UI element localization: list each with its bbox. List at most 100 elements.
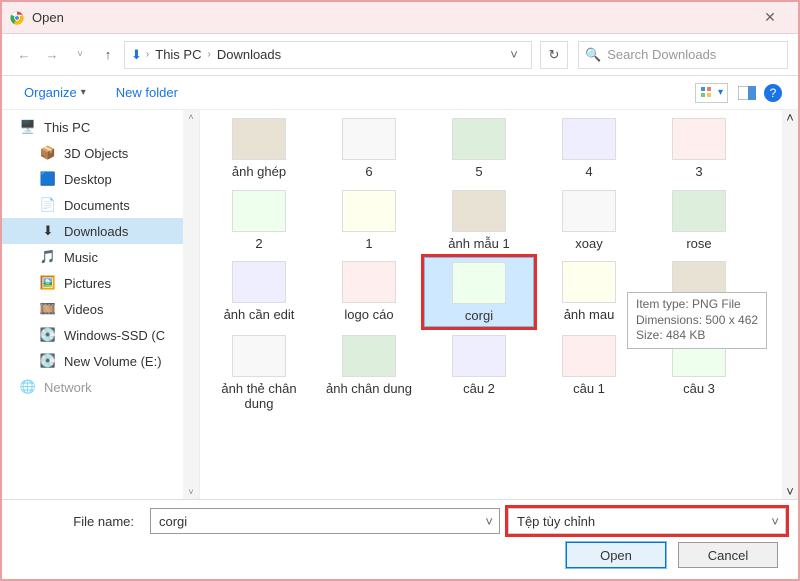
file-item[interactable]: ảnh chân dung [314, 331, 424, 414]
sidebar-item-3d-objects[interactable]: 📦 3D Objects [2, 140, 199, 166]
chevron-down-icon: ▾ [718, 87, 723, 98]
sidebar-scrollbar[interactable]: ˄ ˅ [183, 110, 199, 499]
search-placeholder: Search Downloads [607, 47, 716, 62]
sidebar-item-network[interactable]: 🌐Network [2, 374, 199, 400]
chevron-down-icon: ▾ [81, 87, 86, 98]
file-name: ảnh mau [564, 307, 615, 323]
file-item[interactable]: ảnh ghép [204, 114, 314, 182]
file-thumbnail [232, 118, 286, 160]
sidebar-item-windows-ssd-c[interactable]: 💽Windows-SSD (C [2, 322, 199, 348]
sidebar: 🖥️This PC📦3D Objects🟦Desktop📄Documents⬇D… [2, 110, 200, 499]
file-thumbnail [672, 118, 726, 160]
file-thumbnail [342, 261, 396, 303]
file-item[interactable]: 5 [424, 114, 534, 182]
view-mode-button[interactable]: ▾ [695, 83, 728, 103]
file-item[interactable]: ảnh cần edit [204, 257, 314, 327]
file-name: 4 [585, 164, 592, 180]
file-item[interactable]: 3 [644, 114, 754, 182]
sidebar-item-videos[interactable]: 🎞️Videos [2, 296, 199, 322]
sidebar-item-this-pc[interactable]: 🖥️This PC [2, 114, 199, 140]
navbar: ← → ˅ ↑ ⬇ › This PC › Downloads ˅ ↻ 🔍 Se… [2, 34, 798, 76]
file-item[interactable]: rose [644, 186, 754, 254]
file-thumbnail [342, 118, 396, 160]
file-item[interactable]: 2 [204, 186, 314, 254]
sidebar-item-label: Videos [64, 302, 104, 317]
sidebar-item-downloads[interactable]: ⬇Downloads [2, 218, 199, 244]
window-title: Open [32, 10, 750, 25]
chevron-down-icon[interactable]: ˅ [485, 514, 493, 529]
breadcrumb-root[interactable]: This PC [153, 47, 203, 62]
file-name: ảnh ghép [232, 164, 286, 180]
sidebar-item-pictures[interactable]: 🖼️Pictures [2, 270, 199, 296]
file-tooltip: Item type: PNG File Dimensions: 500 x 46… [627, 292, 767, 349]
sidebar-item-documents[interactable]: 📄Documents [2, 192, 199, 218]
doc-icon: 📄 [40, 197, 56, 213]
file-name: ảnh chân dung [326, 381, 412, 397]
new-folder-button[interactable]: New folder [110, 81, 184, 104]
scroll-down-icon[interactable]: ˅ [186, 485, 195, 499]
file-name: câu 3 [683, 381, 715, 397]
sidebar-item-label: Pictures [64, 276, 111, 291]
file-item[interactable]: corgi [424, 257, 534, 327]
file-item[interactable]: câu 2 [424, 331, 534, 414]
file-item[interactable]: 6 [314, 114, 424, 182]
file-thumbnail [452, 335, 506, 377]
drive-icon: 💽 [40, 353, 56, 369]
sidebar-item-label: 3D Objects [64, 146, 128, 161]
file-name: câu 2 [463, 381, 495, 397]
file-item[interactable]: 4 [534, 114, 644, 182]
refresh-button[interactable]: ↻ [540, 41, 568, 69]
file-name: xoay [575, 236, 602, 252]
content-scrollbar[interactable]: ˄ ˅ [782, 110, 798, 499]
sidebar-item-label: Network [44, 380, 92, 395]
chevron-down-icon[interactable]: ˅ [771, 514, 779, 529]
file-thumbnail [452, 190, 506, 232]
open-button[interactable]: Open [566, 542, 666, 568]
filter-value: Tệp tùy chỉnh [517, 514, 595, 529]
sidebar-item-label: Music [64, 250, 98, 265]
forward-button: → [40, 43, 64, 67]
organize-button[interactable]: Organize▾ [18, 81, 92, 104]
file-item[interactable]: logo cáo [314, 257, 424, 327]
sidebar-item-desktop[interactable]: 🟦Desktop [2, 166, 199, 192]
preview-pane-button[interactable] [736, 82, 758, 104]
filename-input[interactable]: corgi ˅ [150, 508, 500, 534]
pc-icon: 🖥️ [20, 119, 36, 135]
help-button[interactable]: ? [764, 84, 782, 102]
breadcrumb-dropdown[interactable]: ˅ [503, 45, 525, 65]
close-button[interactable]: ✕ [750, 2, 790, 33]
filename-value: corgi [159, 514, 187, 529]
file-thumbnail [562, 118, 616, 160]
file-name: ảnh cần edit [224, 307, 295, 323]
scroll-up-icon[interactable]: ˄ [186, 110, 195, 124]
sidebar-item-label: Desktop [64, 172, 112, 187]
breadcrumb-current[interactable]: Downloads [215, 47, 283, 62]
cancel-button[interactable]: Cancel [678, 542, 778, 568]
scroll-down-icon[interactable]: ˅ [786, 484, 794, 499]
file-thumbnail [232, 190, 286, 232]
file-item[interactable]: ảnh thẻ chân dung [204, 331, 314, 414]
file-name: rose [686, 236, 711, 252]
open-dialog: Open ✕ ← → ˅ ↑ ⬇ › This PC › Downloads ˅… [0, 0, 800, 581]
file-item[interactable]: 1 [314, 186, 424, 254]
breadcrumb[interactable]: ⬇ › This PC › Downloads ˅ [124, 41, 532, 69]
file-item[interactable]: xoay [534, 186, 644, 254]
search-input[interactable]: 🔍 Search Downloads [578, 41, 788, 69]
file-pane: ảnh ghép 65 4 3 21ảnh mẫu 1 xoay rose ảnh cần e… [200, 110, 798, 499]
file-name: câu 1 [573, 381, 605, 397]
up-button[interactable]: ↑ [96, 43, 120, 67]
down-icon: ⬇ [40, 223, 56, 239]
file-thumbnail [232, 261, 286, 303]
scroll-up-icon[interactable]: ˄ [786, 110, 794, 125]
file-item[interactable]: ảnh mẫu 1 [424, 186, 534, 254]
sidebar-item-music[interactable]: 🎵Music [2, 244, 199, 270]
recent-dropdown[interactable]: ˅ [68, 43, 92, 67]
file-thumbnail [342, 335, 396, 377]
sidebar-item-label: New Volume (E:) [64, 354, 162, 369]
file-type-filter[interactable]: Tệp tùy chỉnh ˅ [508, 508, 786, 534]
file-thumbnail [232, 335, 286, 377]
cube-icon: 📦 [40, 145, 56, 161]
chrome-icon [10, 11, 24, 25]
back-button[interactable]: ← [12, 43, 36, 67]
sidebar-item-new-volume-e-[interactable]: 💽 New Volume (E:) [2, 348, 199, 374]
